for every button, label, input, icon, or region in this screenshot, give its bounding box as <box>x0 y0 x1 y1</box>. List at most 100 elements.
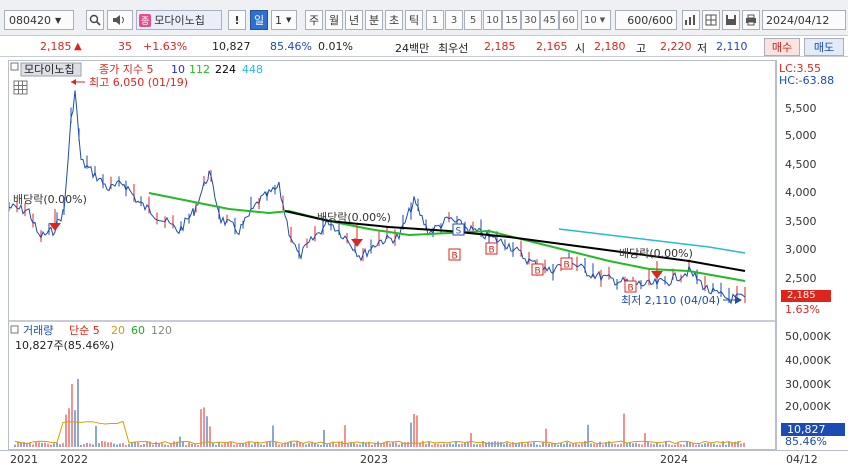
dropdown-arrow-icon[interactable]: ▼ <box>55 16 61 25</box>
volume-value: 10,827 <box>212 40 251 53</box>
vol-ma20-line <box>14 420 742 445</box>
interval-select[interactable]: 10 ▼ <box>581 10 611 30</box>
left-margin <box>0 60 8 450</box>
high-price: 2,220 <box>660 40 692 53</box>
panel-toggle-icon[interactable] <box>10 62 19 71</box>
y-tick: 5,500 <box>785 102 817 115</box>
interval-button[interactable]: 60 <box>559 10 578 30</box>
open-label: 시 <box>575 42 586 55</box>
interval-button[interactable]: 30 <box>521 10 540 30</box>
x-tick: 04/12 <box>786 453 818 466</box>
svg-text:S: S <box>456 227 462 237</box>
dropdown-arrow-icon: ▼ <box>599 16 606 24</box>
search-icon[interactable] <box>86 10 104 30</box>
x-tick: 2024 <box>660 453 688 466</box>
stock-code-input[interactable]: 080420 ▼ <box>4 10 74 30</box>
chart-canvas[interactable]: 모다이노칩 종가 지수 5 10 112 224 448 최고 6,050 (0… <box>8 61 775 449</box>
ma224-label: 224 <box>215 63 236 76</box>
volume-ratio: 85.46% <box>270 40 312 53</box>
date-value: 2024/04/12 <box>766 13 830 27</box>
svg-text:B: B <box>535 267 541 277</box>
panel-toggle-icon[interactable] <box>10 325 19 334</box>
interval-button[interactable]: 10 <box>483 10 502 30</box>
volume-panel-title: 거래량 <box>23 324 53 337</box>
vol-ma120-label: 120 <box>151 324 172 337</box>
quote-row: 2,185 ▲ 35 +1.63% 10,827 85.46% 0.01% 24… <box>0 37 848 57</box>
y-tick: 20,000K <box>785 400 831 413</box>
speaker-icon[interactable] <box>107 10 133 30</box>
x-tick: 2021 <box>10 453 38 466</box>
svg-text:B: B <box>452 252 458 262</box>
period-count-select[interactable]: 1 ▼ <box>271 10 297 30</box>
y-tick: 40,000K <box>785 354 831 367</box>
current-volume-ratio-tag: 85.46% <box>785 435 827 448</box>
chart-toolbar: 080420 ▼ 종 모다이노칩 ! 일 1 ▼ 주 월 년 분 초 틱 1 3 5… <box>0 0 848 36</box>
dividend-label: 배당락(0.00%) <box>13 193 87 206</box>
interval-button[interactable]: 15 <box>502 10 521 30</box>
best-bid-label: 최우선 <box>438 42 469 55</box>
y-tick: 5,000 <box>785 129 817 142</box>
svg-text:B: B <box>489 246 495 256</box>
price-change-percent: +1.63% <box>143 40 188 53</box>
current-price: 2,185 <box>40 40 72 53</box>
y-tick: 4,500 <box>785 158 817 171</box>
market-tag: 종 <box>139 13 152 27</box>
vol-ma20-label: 20 <box>111 324 125 337</box>
period-year-button[interactable]: 년 <box>345 10 363 30</box>
high-label: 고 <box>636 42 647 55</box>
stock-chart-window: 080420 ▼ 종 모다이노칩 ! 일 1 ▼ 주 월 년 분 초 틱 1 3 5… <box>0 0 848 476</box>
bar-count-field[interactable]: 600/600 <box>615 10 677 30</box>
alert-icon[interactable]: ! <box>228 10 246 30</box>
low-price: 2,110 <box>716 40 748 53</box>
volume-ma-label: 단순 5 <box>69 324 100 337</box>
date-field[interactable]: 2024/04/12 <box>762 10 846 30</box>
y-tick: 3,500 <box>785 215 817 228</box>
volume-value-text: 10,827주(85.46%) <box>15 339 114 352</box>
period-week-button[interactable]: 주 <box>305 10 323 30</box>
interval-button[interactable]: 1 <box>426 10 444 30</box>
price-plot <box>8 90 746 305</box>
price-change: 35 <box>118 40 132 53</box>
ma112-line <box>148 192 746 282</box>
chart-area[interactable]: 모다이노칩 종가 지수 5 10 112 224 448 최고 6,050 (0… <box>8 60 776 450</box>
current-price-tag: 2,185 <box>781 290 831 302</box>
trade-amount: 24백만 <box>395 42 430 55</box>
interval-button[interactable]: 45 <box>540 10 559 30</box>
y-tick: 2,500 <box>785 272 817 285</box>
period-month-button[interactable]: 월 <box>325 10 343 30</box>
sell-button[interactable]: 매도 <box>804 38 844 56</box>
period-day-button[interactable]: 일 <box>250 10 268 30</box>
volume-plot <box>9 320 775 447</box>
period-count-value: 1 <box>275 13 282 27</box>
price-ma-label: 종가 지수 5 <box>99 63 153 76</box>
buy-signal-icon: B <box>485 242 498 256</box>
date-axis[interactable]: 2021 2022 2023 2024 04/12 <box>0 450 848 476</box>
grid-icon[interactable] <box>702 10 720 30</box>
up-arrow-icon: ▲ <box>74 41 82 52</box>
open-price: 2,180 <box>594 40 626 53</box>
price-axis[interactable]: LC:3.55 HC:-63.88 5,500 5,000 4,500 4,00… <box>776 60 848 450</box>
grid-view-icon[interactable] <box>13 80 28 95</box>
buy-button[interactable]: 매수 <box>764 38 800 56</box>
buy-signal-icon: B <box>448 248 461 262</box>
svg-text:B: B <box>564 261 570 271</box>
period-second-button[interactable]: 초 <box>385 10 403 30</box>
ask-price: 2,185 <box>484 40 516 53</box>
ma10-line <box>8 90 746 305</box>
stock-name-field[interactable]: 종 모다이노칩 <box>136 10 222 30</box>
indicator-settings-icon[interactable] <box>682 10 700 30</box>
low-label: 저 <box>697 42 708 55</box>
print-icon[interactable] <box>742 10 760 30</box>
y-tick: 30,000K <box>785 378 831 391</box>
save-icon[interactable] <box>722 10 740 30</box>
dividend-label: 배당락(0.00%) <box>619 247 693 260</box>
interval-button[interactable]: 3 <box>445 10 463 30</box>
high-annotation: 최고 6,050 (01/19) <box>71 76 188 89</box>
period-minute-button[interactable]: 분 <box>365 10 383 30</box>
interval-button[interactable]: 5 <box>464 10 482 30</box>
turnover-rate: 0.01% <box>318 40 353 53</box>
dividend-label: 배당락(0.00%) <box>317 211 391 224</box>
period-tick-button[interactable]: 틱 <box>405 10 423 30</box>
ma10-label: 10 <box>171 63 185 76</box>
high-annotation-text: 최고 6,050 (01/19) <box>89 76 188 89</box>
